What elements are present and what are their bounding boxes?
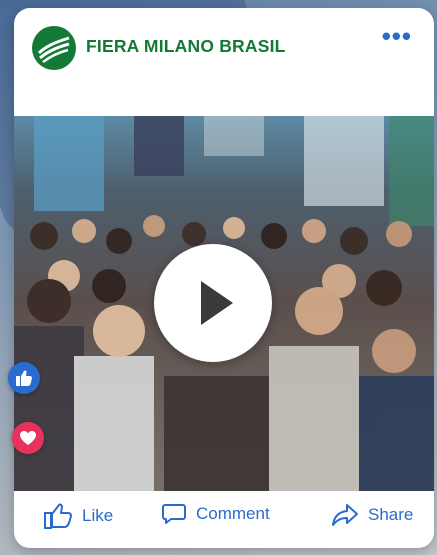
comment-icon bbox=[162, 504, 186, 524]
share-button[interactable]: Share bbox=[332, 503, 413, 527]
heart-icon bbox=[20, 431, 36, 445]
play-icon bbox=[201, 281, 233, 325]
like-button[interactable]: Like bbox=[44, 503, 113, 529]
heart-reaction-badge bbox=[12, 422, 44, 454]
play-button[interactable] bbox=[154, 244, 272, 362]
like-label: Like bbox=[82, 506, 114, 525]
share-icon bbox=[332, 504, 358, 526]
brand-name: FIERA MILANO BRASIL bbox=[86, 36, 286, 56]
brand-logo bbox=[32, 26, 76, 70]
thumbs-up-icon bbox=[44, 503, 72, 529]
post-actions-bar: Like Comment Share bbox=[14, 491, 434, 548]
post-header: FIERA MILANO BRASIL ••• bbox=[14, 8, 434, 116]
more-dots-icon[interactable]: ••• bbox=[382, 23, 412, 49]
social-post-card: FIERA MILANO BRASIL ••• Like Comment Sha… bbox=[14, 8, 434, 548]
video-thumbnail[interactable] bbox=[14, 116, 434, 491]
share-label: Share bbox=[368, 505, 414, 524]
comment-button[interactable]: Comment bbox=[162, 503, 270, 525]
brand-logo-mark bbox=[35, 29, 73, 67]
comment-label: Comment bbox=[196, 504, 270, 523]
thumbs-up-icon bbox=[16, 370, 32, 386]
like-reaction-badge bbox=[8, 362, 40, 394]
